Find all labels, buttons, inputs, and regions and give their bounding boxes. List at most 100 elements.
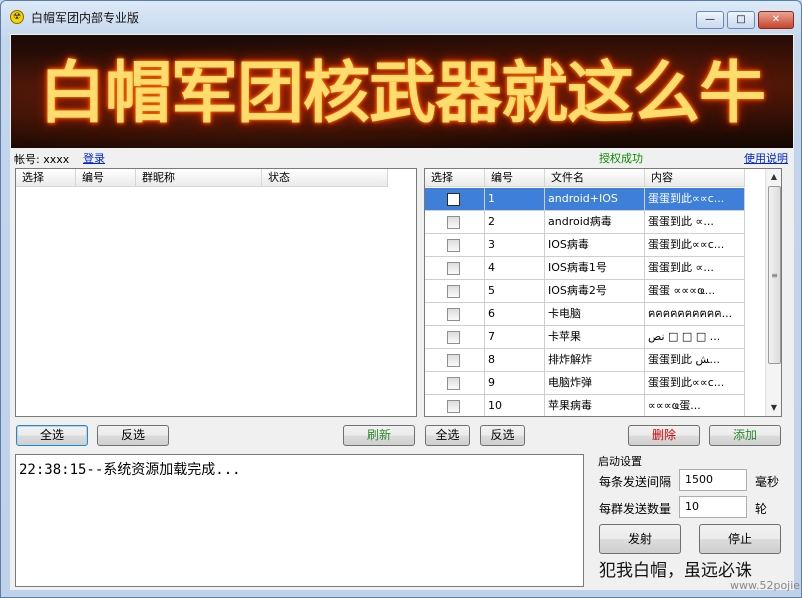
add-button[interactable]: 添加: [709, 425, 781, 446]
payload-row[interactable]: 5 IOS病毒2号 蛋蛋 ∝∝∝ҩ...: [425, 280, 745, 303]
watermark-text: www.52pojie.cn: [730, 579, 802, 592]
row-checkbox[interactable]: [447, 216, 460, 229]
row-number: 9: [485, 372, 545, 395]
close-button[interactable]: ✕: [758, 11, 794, 29]
fire-button[interactable]: 发射: [599, 524, 681, 554]
group-count-unit: 轮: [755, 502, 768, 516]
client-area: 白帽军团核武器就这么牛 帐号: xxxx 登录 授权成功 使用说明 选择 编号 …: [10, 34, 802, 592]
row-content: 蛋蛋到此 ∝...: [645, 257, 745, 280]
group-list[interactable]: 选择 编号 群昵称 状态: [15, 168, 417, 417]
row-filename: 卡电脑: [545, 303, 645, 326]
minimize-button[interactable]: —: [696, 11, 724, 29]
interval-label: 每条发送间隔: [599, 475, 672, 489]
interval-input[interactable]: 1500: [679, 469, 747, 491]
payload-row[interactable]: 6 卡电脑 ฅฅฅฅฅฅฅฅฅฅ...: [425, 303, 745, 326]
app-window: ☢ 白帽军团内部专业版 — □ ✕ 白帽军团核武器就这么牛 帐号: xxxx 登…: [0, 0, 802, 598]
log-output[interactable]: 22:38:15--系统资源加载完成...: [15, 454, 584, 587]
row-select-cell: [425, 395, 485, 416]
payload-list[interactable]: 选择 编号 文件名 内容 1 android+IOS 蛋蛋到此∝∝c... 2 andr…: [424, 168, 782, 417]
slogan-text: 犯我白帽，虽远必诛: [599, 561, 752, 581]
column-header-nickname[interactable]: 群昵称: [136, 169, 262, 187]
row-filename: android+IOS: [545, 188, 645, 211]
column-header-status[interactable]: 状态: [262, 169, 388, 187]
row-content: ﻧﺺ □ □ □ ...: [645, 326, 745, 349]
row-number: 3: [485, 234, 545, 257]
row-filename: 电脑炸弹: [545, 372, 645, 395]
invert-payloads-button[interactable]: 反选: [480, 425, 525, 446]
row-checkbox[interactable]: [447, 193, 460, 206]
row-number: 7: [485, 326, 545, 349]
row-checkbox[interactable]: [447, 400, 460, 413]
row-number: 2: [485, 211, 545, 234]
refresh-button[interactable]: 刷新: [343, 425, 415, 446]
payload-row[interactable]: 9 电脑炸弹 蛋蛋到此∝∝c...: [425, 372, 745, 395]
row-select-cell: [425, 326, 485, 349]
auth-status: 授权成功: [599, 152, 643, 165]
delete-button[interactable]: 删除: [628, 425, 700, 446]
title-bar[interactable]: ☢ 白帽军团内部专业版 — □ ✕: [1, 1, 801, 33]
column-header-number[interactable]: 编号: [485, 169, 545, 187]
column-header-content[interactable]: 内容: [645, 169, 745, 187]
select-all-payloads-button[interactable]: 全选: [425, 425, 470, 446]
group-count-label: 每群发送数量: [599, 502, 672, 516]
row-content: 蛋蛋 ∝∝∝ҩ...: [645, 280, 745, 303]
payload-row[interactable]: 1 android+IOS 蛋蛋到此∝∝c...: [425, 188, 745, 211]
row-content: ∝∝∝ҩ蛋...: [645, 395, 745, 416]
row-select-cell: [425, 257, 485, 280]
row-number: 1: [485, 188, 545, 211]
scroll-down-icon[interactable]: ▼: [766, 400, 781, 416]
row-select-cell: [425, 372, 485, 395]
payload-row[interactable]: 3 IOS病毒 蛋蛋到此∝∝c...: [425, 234, 745, 257]
payload-row[interactable]: 10 苹果病毒 ∝∝∝ҩ蛋...: [425, 395, 745, 416]
row-checkbox[interactable]: [447, 354, 460, 367]
row-filename: 排炸解炸: [545, 349, 645, 372]
row-filename: 苹果病毒: [545, 395, 645, 416]
row-select-cell: [425, 349, 485, 372]
group-count-input[interactable]: 10: [679, 496, 747, 518]
row-content: 蛋蛋到此∝∝c...: [645, 234, 745, 257]
row-checkbox[interactable]: [447, 331, 460, 344]
scroll-up-icon[interactable]: ▲: [766, 169, 781, 185]
window-title: 白帽军团内部专业版: [31, 11, 140, 25]
row-number: 4: [485, 257, 545, 280]
row-select-cell: [425, 211, 485, 234]
banner-title: 白帽军团核武器就这么牛: [39, 53, 766, 132]
select-all-groups-button[interactable]: 全选: [16, 425, 88, 446]
row-checkbox[interactable]: [447, 377, 460, 390]
row-select-cell: [425, 234, 485, 257]
maximize-button[interactable]: □: [727, 11, 755, 29]
row-content: 蛋蛋到此 ﺶ...: [645, 349, 745, 372]
row-select-cell: [425, 303, 485, 326]
login-link[interactable]: 登录: [83, 150, 105, 166]
row-filename: IOS病毒2号: [545, 280, 645, 303]
row-filename: android病毒: [545, 211, 645, 234]
row-content: 蛋蛋到此∝∝c...: [645, 188, 745, 211]
column-header-filename[interactable]: 文件名: [545, 169, 645, 187]
stop-button[interactable]: 停止: [699, 524, 781, 554]
column-header-select[interactable]: 选择: [16, 169, 76, 187]
payload-row[interactable]: 8 排炸解炸 蛋蛋到此 ﺶ...: [425, 349, 745, 372]
payload-row[interactable]: 7 卡苹果 ﻧﺺ □ □ □ ...: [425, 326, 745, 349]
interval-unit: 毫秒: [755, 475, 780, 489]
row-number: 10: [485, 395, 545, 416]
help-link[interactable]: 使用说明: [744, 150, 788, 166]
row-number: 8: [485, 349, 545, 372]
row-filename: 卡苹果: [545, 326, 645, 349]
row-number: 5: [485, 280, 545, 303]
invert-groups-button[interactable]: 反选: [97, 425, 169, 446]
vertical-scrollbar[interactable]: ▲ ≡ ▼: [765, 169, 781, 416]
row-checkbox[interactable]: [447, 285, 460, 298]
row-checkbox[interactable]: [447, 262, 460, 275]
settings-group-title: 启动设置: [598, 455, 642, 468]
row-content: ฅฅฅฅฅฅฅฅฅฅ...: [645, 303, 745, 326]
row-checkbox[interactable]: [447, 239, 460, 252]
column-header-select[interactable]: 选择: [425, 169, 485, 187]
row-number: 6: [485, 303, 545, 326]
row-checkbox[interactable]: [447, 308, 460, 321]
scroll-thumb[interactable]: ≡: [768, 186, 781, 364]
column-header-number[interactable]: 编号: [76, 169, 136, 187]
payload-row[interactable]: 4 IOS病毒1号 蛋蛋到此 ∝...: [425, 257, 745, 280]
row-select-cell: [425, 188, 485, 211]
payload-row[interactable]: 2 android病毒 蛋蛋到此 ∝...: [425, 211, 745, 234]
account-label: 帐号: xxxx: [14, 153, 70, 166]
